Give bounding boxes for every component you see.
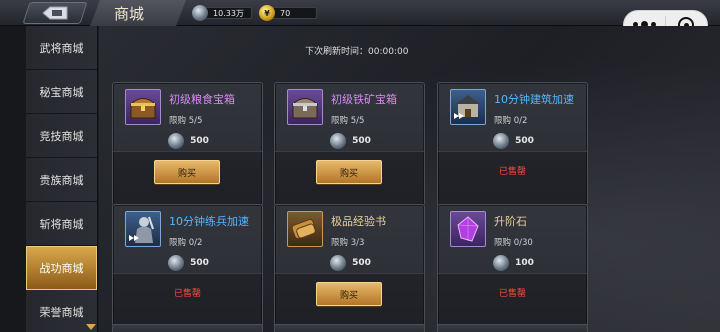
purchase-limit: 限购 0/30 bbox=[494, 238, 533, 248]
sidebar-item-slay-shop[interactable]: 斩将商城 bbox=[26, 202, 97, 246]
price: 500 bbox=[275, 253, 426, 273]
shop-card: 初级粮食宝箱 限购 5/5 500 购买 bbox=[112, 82, 263, 206]
steel-coin-icon bbox=[168, 255, 185, 271]
shop-card-partial[interactable] bbox=[112, 324, 263, 332]
sidebar-item-merit-shop[interactable]: 战功商城 bbox=[26, 246, 97, 290]
item-name: 10分钟建筑加速 bbox=[494, 93, 574, 106]
back-arrow-icon bbox=[42, 6, 68, 20]
price: 500 bbox=[275, 131, 426, 151]
sold-out-label: 已售罄 bbox=[173, 289, 201, 299]
card-footer: 购买 bbox=[275, 151, 424, 205]
sidebar-item-general-shop[interactable]: 武将商城 bbox=[26, 26, 97, 70]
buy-button[interactable]: 购买 bbox=[154, 160, 220, 184]
shop-card-partial[interactable] bbox=[274, 324, 425, 332]
shop-card-partial[interactable] bbox=[437, 324, 588, 332]
item-name: 初级铁矿宝箱 bbox=[331, 93, 397, 106]
advance-stone-icon bbox=[450, 211, 486, 247]
gold-coin-icon: ¥ bbox=[259, 5, 275, 21]
buy-button[interactable]: 购买 bbox=[316, 160, 382, 184]
sidebar-item-arena-shop[interactable]: 竞技商城 bbox=[26, 114, 97, 158]
back-button[interactable] bbox=[22, 2, 88, 24]
shop-main: 下次刷新时间：00:00:00 初级粮食宝箱 限购 5/5 500 购买 初级铁… bbox=[99, 26, 720, 332]
item-name: 升阶石 bbox=[494, 215, 527, 228]
left-edge bbox=[0, 26, 26, 332]
page-title: 商城 bbox=[114, 5, 145, 23]
steel-coin-icon bbox=[168, 133, 185, 149]
scroll-down-icon[interactable] bbox=[86, 324, 96, 330]
card-footer: 购买 bbox=[275, 273, 424, 327]
steel-coin-icon bbox=[493, 133, 510, 149]
steel-coin-icon bbox=[493, 255, 510, 271]
price: 500 bbox=[113, 131, 264, 151]
gold-amount: 70 bbox=[271, 7, 317, 19]
shop-card: 升阶石 限购 0/30 100 已售罄 bbox=[437, 204, 588, 328]
price-value: 500 bbox=[352, 136, 371, 146]
build-speedup-icon bbox=[450, 89, 486, 125]
purchase-limit: 限购 3/3 bbox=[331, 238, 365, 248]
exp-book-icon bbox=[287, 211, 323, 247]
train-speedup-icon bbox=[125, 211, 161, 247]
card-footer: 已售罄 bbox=[438, 273, 587, 327]
item-name: 极品经验书 bbox=[331, 215, 386, 228]
sidebar-item-noble-shop[interactable]: 贵族商城 bbox=[26, 158, 97, 202]
card-footer: 已售罄 bbox=[113, 273, 262, 327]
price-value: 500 bbox=[352, 258, 371, 268]
shop-card: 10分钟练兵加速 限购 0/2 500 已售罄 bbox=[112, 204, 263, 328]
shop-card: 极品经验书 限购 3/3 500 购买 bbox=[274, 204, 425, 328]
shop-sidebar: 武将商城 秘宝商城 竞技商城 贵族商城 斩将商城 战功商城 荣誉商城 bbox=[26, 26, 98, 332]
price-value: 500 bbox=[515, 136, 534, 146]
buy-button[interactable]: 购买 bbox=[316, 282, 382, 306]
sold-out-label: 已售罄 bbox=[498, 289, 526, 299]
item-name: 初级粮食宝箱 bbox=[169, 93, 235, 106]
top-bar: 商城 10.33万 ¥ 70 bbox=[0, 0, 720, 40]
purchase-limit: 限购 5/5 bbox=[169, 116, 203, 126]
steel-amount: 10.33万 bbox=[204, 7, 252, 19]
steel-coin-icon bbox=[192, 5, 208, 21]
price-value: 100 bbox=[515, 258, 534, 268]
price: 100 bbox=[438, 253, 589, 273]
steel-currency: 10.33万 bbox=[192, 5, 252, 21]
price-value: 500 bbox=[190, 258, 209, 268]
sold-out-label: 已售罄 bbox=[498, 167, 526, 177]
gold-currency: ¥ 70 bbox=[259, 5, 317, 21]
card-footer: 已售罄 bbox=[438, 151, 587, 205]
shop-card: 初级铁矿宝箱 限购 5/5 500 购买 bbox=[274, 82, 425, 206]
iron-chest-icon bbox=[287, 89, 323, 125]
item-name: 10分钟练兵加速 bbox=[169, 215, 249, 228]
purchase-limit: 限购 0/2 bbox=[169, 238, 203, 248]
shop-card: 10分钟建筑加速 限购 0/2 500 已售罄 bbox=[437, 82, 588, 206]
price: 500 bbox=[438, 131, 589, 151]
purchase-limit: 限购 5/5 bbox=[331, 116, 365, 126]
price-value: 500 bbox=[190, 136, 209, 146]
grain-chest-icon bbox=[125, 89, 161, 125]
purchase-limit: 限购 0/2 bbox=[494, 116, 528, 126]
steel-coin-icon bbox=[330, 133, 347, 149]
price: 500 bbox=[113, 253, 264, 273]
card-footer: 购买 bbox=[113, 151, 262, 205]
sidebar-item-treasure-shop[interactable]: 秘宝商城 bbox=[26, 70, 97, 114]
steel-coin-icon bbox=[330, 255, 347, 271]
refresh-timer: 下次刷新时间：00:00:00 bbox=[305, 47, 409, 57]
